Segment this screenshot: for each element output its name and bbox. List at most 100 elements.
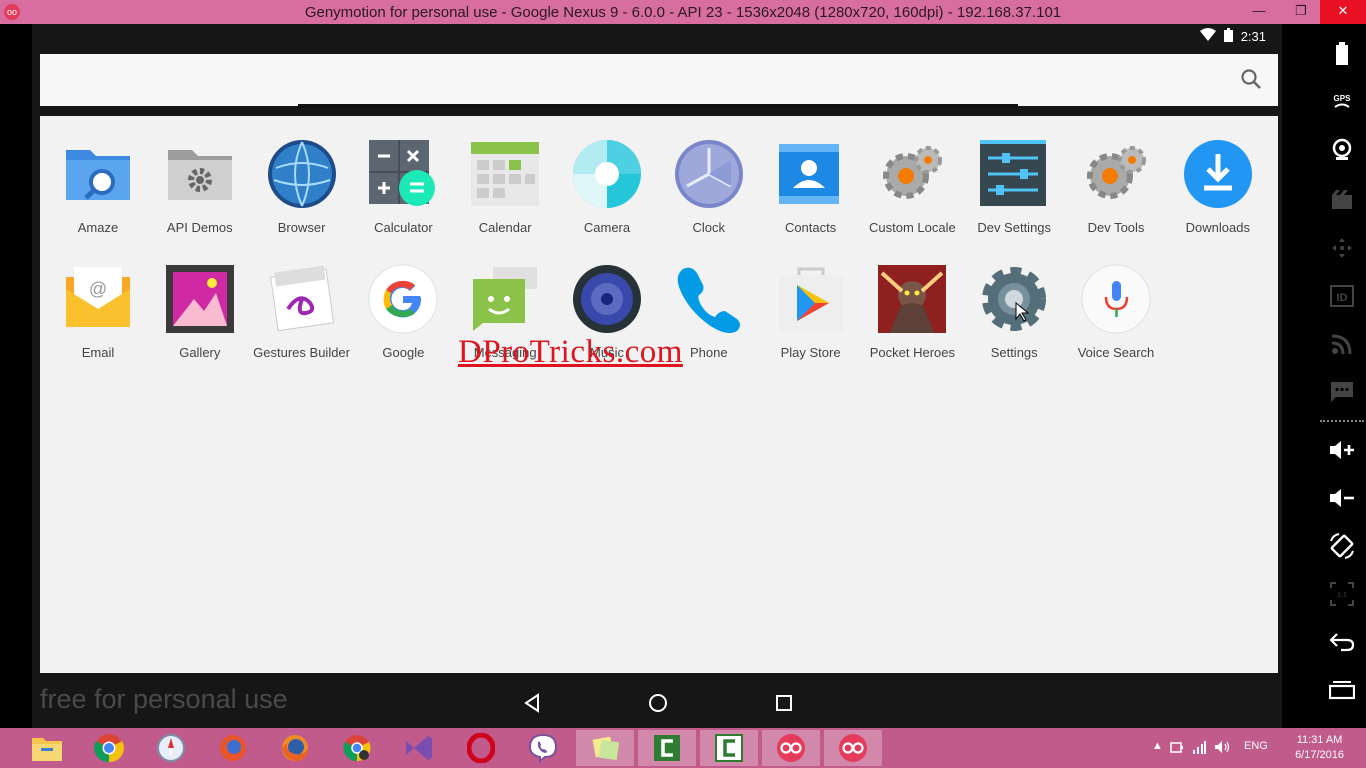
app-drawer: Amaze API Demos Browser Calculator Calendar C… [40, 116, 1278, 673]
phone-icon [673, 263, 745, 335]
app-dev-tools[interactable]: Dev Tools [1066, 138, 1166, 235]
app-settings[interactable]: Settings [964, 263, 1064, 360]
app-search-bar[interactable] [40, 54, 1278, 108]
windows-taskbar: ▲ ENG 11:31 AM 6/17/2016 [0, 728, 1366, 768]
pixel-perfect-icon[interactable]: 1:1 [1328, 580, 1356, 608]
wifi-icon [1199, 28, 1216, 44]
app-calendar[interactable]: Calendar [455, 138, 555, 235]
svg-text:ID: ID [1337, 292, 1348, 304]
sticky-notes-icon[interactable] [576, 730, 634, 766]
speaker-icon[interactable] [1214, 740, 1230, 757]
app-label: Pocket Heroes [869, 345, 956, 360]
app-downloads[interactable]: Downloads [1168, 138, 1268, 235]
recents-nav-button[interactable] [773, 692, 795, 719]
back-nav-button[interactable] [521, 692, 543, 719]
dev-settings-icon [978, 138, 1050, 210]
app-label: Dev Settings [977, 220, 1052, 235]
app-label: API Demos [166, 220, 233, 235]
app-browser[interactable]: Browser [252, 138, 352, 235]
viber-icon[interactable] [514, 730, 572, 766]
genymotion-icon[interactable] [762, 730, 820, 766]
gps-icon[interactable]: GPS [1328, 88, 1356, 116]
email-icon: @ [62, 263, 134, 335]
watermark-text: DProTricks.com [458, 334, 683, 370]
custom-locale-icon [876, 138, 948, 210]
restore-button[interactable]: ❐ [1286, 0, 1316, 24]
back-icon[interactable] [1328, 628, 1356, 656]
genymotion-toolbar: GPS ID 1:1 [1318, 24, 1366, 728]
app-voice-search[interactable]: Voice Search [1066, 263, 1166, 360]
app-label: Gallery [179, 345, 221, 360]
home-nav-button[interactable] [647, 692, 669, 719]
downloads-icon [1182, 138, 1254, 210]
device-id-icon[interactable]: ID [1328, 282, 1356, 310]
recent-apps-icon[interactable] [1328, 676, 1356, 704]
music-icon [571, 263, 643, 335]
settings-icon [978, 263, 1050, 335]
sms-icon[interactable] [1328, 378, 1356, 406]
window-title-bar: oo Genymotion for personal use - Google … [0, 0, 1366, 24]
app-label: Custom Locale [869, 220, 956, 235]
app-google[interactable]: Google [353, 263, 453, 360]
safari-icon[interactable] [142, 730, 200, 766]
minimize-button[interactable]: — [1244, 0, 1274, 24]
status-time: 2:31 [1240, 28, 1266, 44]
firefox-icon[interactable] [266, 730, 324, 766]
app-gallery[interactable]: Gallery [150, 263, 250, 360]
chrome-icon[interactable] [80, 730, 138, 766]
app-calculator[interactable]: Calculator [353, 138, 453, 235]
gestures-builder-icon [266, 263, 338, 335]
visual-studio-icon[interactable] [390, 730, 448, 766]
taskbar-date: 6/17/2016 [1295, 749, 1344, 761]
system-tray: ▲ ENG 11:31 AM 6/17/2016 [1136, 728, 1366, 768]
app-gestures-builder[interactable]: Gestures Builder [252, 263, 352, 360]
chrome-user-icon[interactable] [328, 730, 386, 766]
search-icon[interactable] [1240, 68, 1262, 95]
app-email[interactable]: @ Email [48, 263, 148, 360]
window-title: Genymotion for personal use - Google Nex… [304, 4, 1062, 21]
webcam-icon[interactable] [1328, 136, 1356, 164]
rotate-icon[interactable] [1328, 532, 1356, 560]
volume-up-icon[interactable] [1328, 436, 1356, 464]
camtasia-recorder-icon[interactable] [700, 730, 758, 766]
play-store-icon [775, 263, 847, 335]
battery-tray-icon[interactable] [1170, 740, 1184, 757]
app-label: Downloads [1185, 220, 1250, 235]
app-custom-locale[interactable]: Custom Locale [862, 138, 962, 235]
genymotion-player-icon[interactable] [824, 730, 882, 766]
android-screen: 2:31 Amaze API Demos Browser Calculator Cale… [32, 24, 1282, 728]
search-underline [298, 104, 1018, 108]
signal-icon[interactable] [1192, 740, 1206, 757]
remote-control-icon[interactable] [1328, 234, 1356, 262]
battery-widget-icon[interactable] [1328, 40, 1356, 68]
language-indicator[interactable]: ENG [1244, 740, 1268, 752]
app-clock[interactable]: Clock [659, 138, 759, 235]
firefox-developer-icon[interactable] [204, 730, 262, 766]
app-contacts[interactable]: Contacts [761, 138, 861, 235]
calculator-icon [367, 138, 439, 210]
app-pocket-heroes[interactable]: Pocket Heroes [862, 263, 962, 360]
close-button[interactable]: ✕ [1320, 0, 1366, 24]
app-play-store[interactable]: Play Store [761, 263, 861, 360]
battery-icon [1223, 27, 1233, 45]
android-status-bar: 2:31 [1199, 26, 1266, 46]
device-frame: 2:31 Amaze API Demos Browser Calculator Cale… [0, 24, 1300, 728]
app-label: Clock [692, 220, 726, 235]
volume-down-icon[interactable] [1328, 484, 1356, 512]
camtasia-icon[interactable] [638, 730, 696, 766]
show-hidden-icons-icon[interactable]: ▲ [1152, 740, 1163, 752]
app-camera[interactable]: Camera [557, 138, 657, 235]
clock-icon [673, 138, 745, 210]
opera-icon[interactable] [452, 730, 510, 766]
screencast-icon[interactable] [1328, 186, 1356, 214]
browser-icon [266, 138, 338, 210]
app-api-demos[interactable]: API Demos [150, 138, 250, 235]
app-label: Amaze [77, 220, 119, 235]
file-explorer-icon[interactable] [18, 730, 76, 766]
network-icon[interactable] [1328, 330, 1356, 358]
taskbar-clock[interactable]: 11:31 AM 6/17/2016 [1295, 733, 1344, 763]
app-label: Calendar [478, 220, 532, 235]
app-amaze[interactable]: Amaze [48, 138, 148, 235]
app-label: Dev Tools [1087, 220, 1145, 235]
app-dev-settings[interactable]: Dev Settings [964, 138, 1064, 235]
